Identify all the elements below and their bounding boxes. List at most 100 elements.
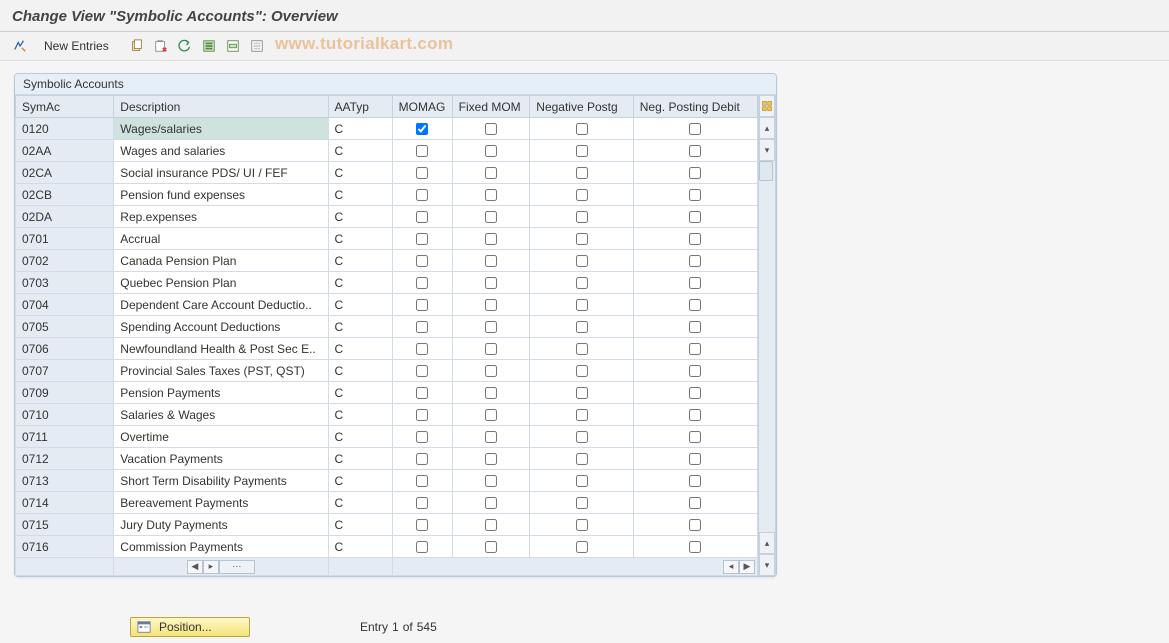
cell-negdebit[interactable] [633,272,757,294]
checkbox-fixedmom[interactable] [485,233,497,245]
checkbox-momag[interactable] [416,123,428,135]
cell-negpostg[interactable] [530,514,633,536]
cell-aatyp[interactable]: C [328,162,392,184]
cell-symac[interactable]: 0705 [16,316,114,338]
cell-aatyp[interactable]: C [328,294,392,316]
cell-momag[interactable] [392,470,452,492]
checkbox-momag[interactable] [416,453,428,465]
table-row[interactable]: 0716Commission PaymentsC [16,536,758,558]
checkbox-fixedmom[interactable] [485,343,497,355]
table-row[interactable]: 02DARep.expensesC [16,206,758,228]
checkbox-negdebit[interactable] [689,277,701,289]
checkbox-momag[interactable] [416,365,428,377]
checkbox-momag[interactable] [416,211,428,223]
table-row[interactable]: 02CBPension fund expensesC [16,184,758,206]
cell-negdebit[interactable] [633,404,757,426]
cell-fixedmom[interactable] [452,360,530,382]
checkbox-negdebit[interactable] [689,321,701,333]
cell-negdebit[interactable] [633,184,757,206]
checkbox-momag[interactable] [416,233,428,245]
table-row[interactable]: 0704Dependent Care Account Deductio..C [16,294,758,316]
checkbox-fixedmom[interactable] [485,431,497,443]
cell-momag[interactable] [392,316,452,338]
cell-negdebit[interactable] [633,492,757,514]
cell-negdebit[interactable] [633,382,757,404]
cell-description[interactable]: Wages/salaries [114,118,328,140]
checkbox-negpostg[interactable] [576,167,588,179]
checkbox-negdebit[interactable] [689,519,701,531]
cell-negpostg[interactable] [530,250,633,272]
cell-symac[interactable]: 0120 [16,118,114,140]
cell-symac[interactable]: 0706 [16,338,114,360]
checkbox-momag[interactable] [416,475,428,487]
cell-fixedmom[interactable] [452,140,530,162]
checkbox-negpostg[interactable] [576,409,588,421]
table-row[interactable]: 0706Newfoundland Health & Post Sec E..C [16,338,758,360]
cell-negdebit[interactable] [633,448,757,470]
col-negpostg[interactable]: Negative Postg [530,96,633,118]
checkbox-negpostg[interactable] [576,123,588,135]
cell-negdebit[interactable] [633,250,757,272]
cell-negpostg[interactable] [530,272,633,294]
cell-fixedmom[interactable] [452,272,530,294]
cell-negpostg[interactable] [530,470,633,492]
cell-negpostg[interactable] [530,404,633,426]
checkbox-negdebit[interactable] [689,343,701,355]
cell-fixedmom[interactable] [452,294,530,316]
cell-negdebit[interactable] [633,470,757,492]
hscroll-left-back[interactable]: ▸ [203,560,219,574]
checkbox-momag[interactable] [416,167,428,179]
copy-icon[interactable] [127,36,147,56]
table-row[interactable]: 0714Bereavement PaymentsC [16,492,758,514]
cell-description[interactable]: Bereavement Payments [114,492,328,514]
checkbox-fixedmom[interactable] [485,365,497,377]
cell-description[interactable]: Social insurance PDS/ UI / FEF [114,162,328,184]
checkbox-negdebit[interactable] [689,123,701,135]
cell-description[interactable]: Overtime [114,426,328,448]
checkbox-momag[interactable] [416,321,428,333]
scroll-track[interactable] [759,161,775,532]
cell-fixedmom[interactable] [452,250,530,272]
checkbox-negpostg[interactable] [576,475,588,487]
checkbox-negpostg[interactable] [576,541,588,553]
cell-momag[interactable] [392,404,452,426]
undo-icon[interactable] [175,36,195,56]
cell-momag[interactable] [392,118,452,140]
checkbox-momag[interactable] [416,541,428,553]
cell-negpostg[interactable] [530,492,633,514]
table-row[interactable]: 0702Canada Pension PlanC [16,250,758,272]
scroll-down-end-icon[interactable]: ▾ [759,554,775,576]
cell-description[interactable]: Vacation Payments [114,448,328,470]
checkbox-negdebit[interactable] [689,541,701,553]
checkbox-momag[interactable] [416,189,428,201]
col-negdebit[interactable]: Neg. Posting Debit [633,96,757,118]
table-row[interactable]: 02CASocial insurance PDS/ UI / FEFC [16,162,758,184]
cell-symac[interactable]: 0704 [16,294,114,316]
cell-symac[interactable]: 0702 [16,250,114,272]
checkbox-fixedmom[interactable] [485,189,497,201]
table-row[interactable]: 0710Salaries & WagesC [16,404,758,426]
checkbox-fixedmom[interactable] [485,145,497,157]
cell-symac[interactable]: 0715 [16,514,114,536]
cell-aatyp[interactable]: C [328,184,392,206]
cell-negpostg[interactable] [530,382,633,404]
cell-description[interactable]: Rep.expenses [114,206,328,228]
delete-icon[interactable] [151,36,171,56]
cell-negdebit[interactable] [633,426,757,448]
cell-fixedmom[interactable] [452,536,530,558]
cell-aatyp[interactable]: C [328,228,392,250]
cell-fixedmom[interactable] [452,228,530,250]
checkbox-fixedmom[interactable] [485,387,497,399]
checkbox-fixedmom[interactable] [485,475,497,487]
checkbox-negpostg[interactable] [576,299,588,311]
checkbox-negdebit[interactable] [689,145,701,157]
table-row[interactable]: 0709Pension PaymentsC [16,382,758,404]
cell-aatyp[interactable]: C [328,338,392,360]
cell-aatyp[interactable]: C [328,492,392,514]
cell-description[interactable]: Newfoundland Health & Post Sec E.. [114,338,328,360]
cell-symac[interactable]: 02CB [16,184,114,206]
cell-negdebit[interactable] [633,162,757,184]
checkbox-negpostg[interactable] [576,255,588,267]
checkbox-negpostg[interactable] [576,519,588,531]
cell-description[interactable]: Dependent Care Account Deductio.. [114,294,328,316]
